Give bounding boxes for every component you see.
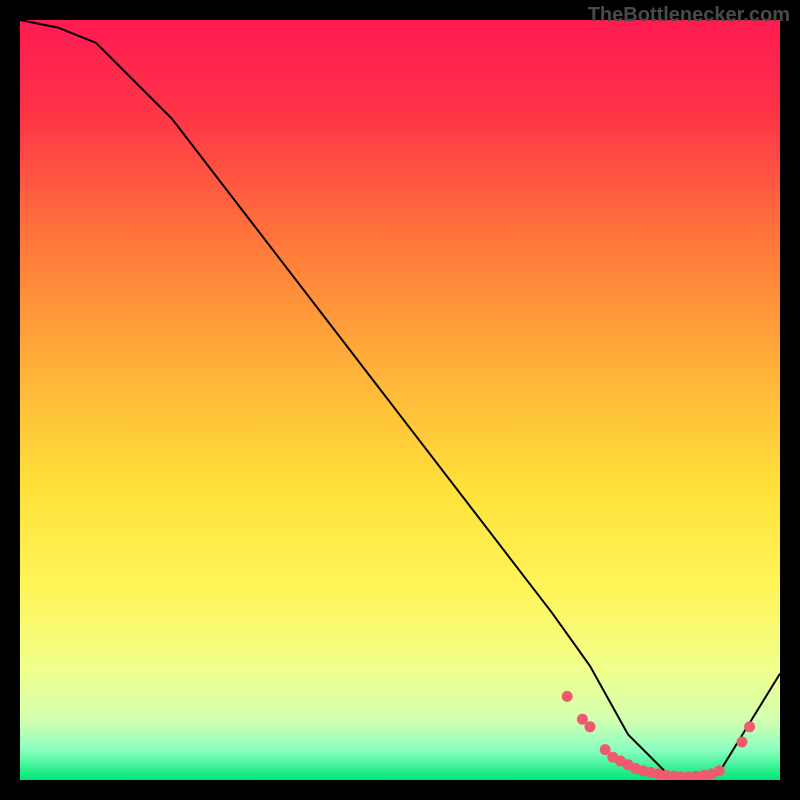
marker-dot bbox=[737, 737, 748, 748]
optimal-range-markers bbox=[562, 691, 755, 780]
chart-curve-overlay bbox=[20, 20, 780, 780]
marker-dot bbox=[585, 721, 596, 732]
chart-area bbox=[20, 20, 780, 780]
bottleneck-curve-line bbox=[20, 20, 780, 780]
marker-dot bbox=[714, 765, 725, 776]
marker-dot bbox=[744, 721, 755, 732]
watermark-text: TheBottlenecker.com bbox=[588, 4, 790, 27]
marker-dot bbox=[562, 691, 573, 702]
